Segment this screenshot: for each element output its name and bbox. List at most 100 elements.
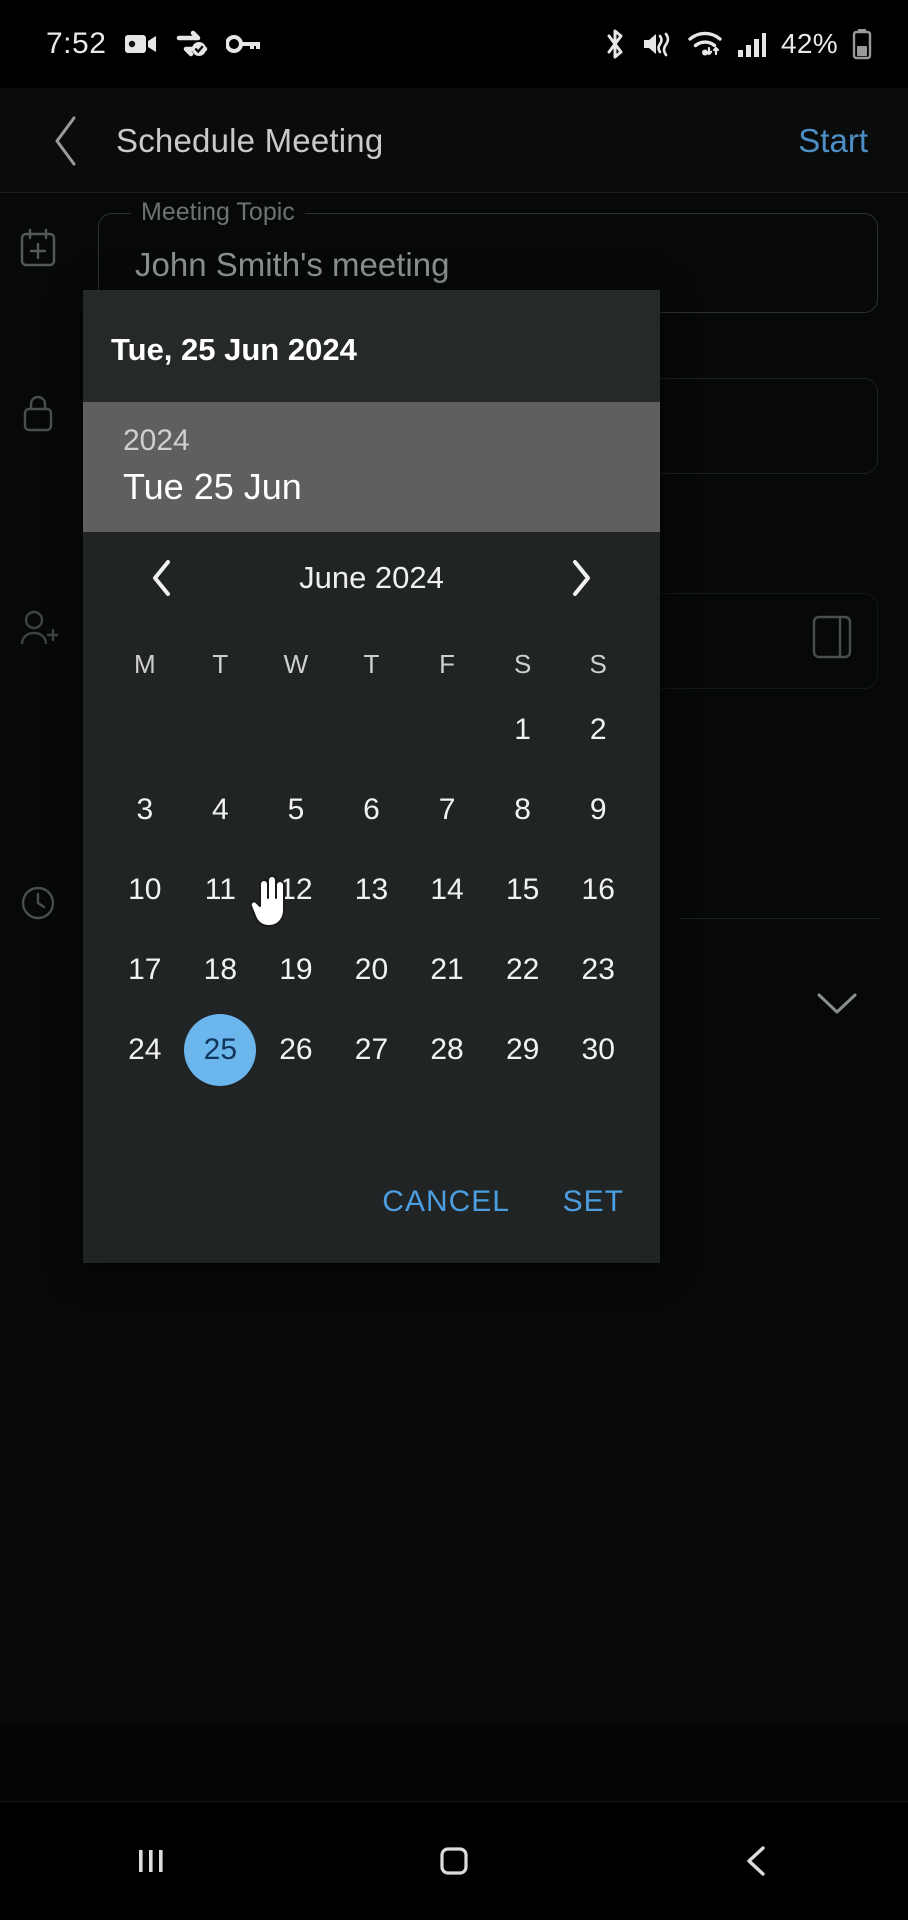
day-cell[interactable]: 21	[409, 934, 485, 1006]
bluetooth-icon	[603, 28, 627, 60]
form-row-duration	[0, 878, 76, 924]
dialog-header-date: Tue, 25 Jun 2024	[111, 332, 357, 367]
recents-icon	[139, 1850, 163, 1872]
calendar-week-row: 17 18 19 20 21 22 23	[107, 934, 636, 1006]
form-row-topic	[0, 223, 76, 269]
day-cell[interactable]: 30	[560, 1014, 636, 1086]
day-cell[interactable]: 5	[258, 774, 334, 846]
day-cell[interactable]: 27	[334, 1014, 410, 1086]
day-cell-selected[interactable]: 25	[183, 1014, 259, 1086]
day-cell[interactable]: 13	[334, 854, 410, 926]
day-cell[interactable]: 11	[183, 854, 259, 926]
weekday-label: F	[439, 649, 455, 679]
person-add-icon	[0, 603, 76, 649]
day-cell[interactable]: 24	[107, 1014, 183, 1086]
day-cell[interactable]: 6	[334, 774, 410, 846]
sidebar-panel-icon[interactable]	[808, 611, 856, 668]
day-cell[interactable]: 9	[560, 774, 636, 846]
dialog-actions: CANCEL SET	[83, 1171, 660, 1241]
band-year: 2024	[123, 424, 190, 457]
day-cell[interactable]: 4	[183, 774, 259, 846]
home-icon	[440, 1847, 468, 1875]
recents-button[interactable]	[91, 1821, 211, 1901]
clock-icon	[0, 878, 76, 924]
status-time: 7:52	[46, 27, 107, 60]
start-button[interactable]: Start	[798, 122, 868, 160]
signal-bars-icon	[737, 30, 767, 58]
duration-divider	[680, 918, 880, 919]
weekday-label: T	[212, 649, 229, 679]
meeting-topic-label: Meeting Topic	[131, 198, 305, 227]
calendar-add-icon	[0, 223, 76, 269]
day-cell	[183, 694, 259, 766]
battery-icon	[852, 28, 872, 60]
weekday-label: T	[363, 649, 380, 679]
mute-vibrate-icon	[641, 29, 673, 59]
day-cell[interactable]: 8	[485, 774, 561, 846]
set-button[interactable]: SET	[563, 1185, 624, 1219]
day-cell[interactable]: 2	[560, 694, 636, 766]
day-cell[interactable]: 22	[485, 934, 561, 1006]
cancel-button[interactable]: CANCEL	[382, 1185, 510, 1219]
chevron-down-icon[interactable]	[814, 988, 860, 1023]
chevron-left-icon	[55, 116, 76, 165]
calendar-week-row: 24 25 26 27 28 29 30	[107, 1014, 636, 1086]
weekday-header-row: M T W T F S S	[107, 642, 636, 686]
day-cell[interactable]: 19	[258, 934, 334, 1006]
calendar-nav: June 2024	[83, 532, 660, 624]
date-picker-dialog: Tue, 25 Jun 2024 2024 Tue 25 Jun June 20…	[83, 290, 660, 1263]
day-cell[interactable]: 18	[183, 934, 259, 1006]
band-date: Tue 25 Jun	[123, 466, 302, 507]
video-camera-icon	[124, 31, 158, 57]
status-bar-right: 42%	[603, 28, 872, 60]
weekday-label: M	[133, 649, 156, 679]
day-cell[interactable]: 29	[485, 1014, 561, 1086]
app-bar: Schedule Meeting Start	[0, 88, 908, 193]
day-cell	[334, 694, 410, 766]
day-cell[interactable]: 12	[258, 854, 334, 926]
weekday-label: S	[513, 649, 532, 679]
weekday-label: S	[589, 649, 607, 679]
day-cell[interactable]: 14	[409, 854, 485, 926]
battery-percent: 42%	[781, 28, 838, 59]
day-cell[interactable]: 16	[560, 854, 636, 926]
home-button[interactable]	[394, 1821, 514, 1901]
system-nav-bar	[0, 1802, 908, 1920]
meeting-topic-value: John Smith's meeting	[135, 246, 450, 283]
day-cell[interactable]: 3	[107, 774, 183, 846]
back-button[interactable]	[38, 113, 94, 169]
next-month-button[interactable]	[557, 554, 605, 602]
form-row-passcode	[0, 388, 76, 434]
selected-day-circle: 25	[184, 1014, 257, 1086]
back-button-nav[interactable]	[697, 1821, 817, 1901]
day-cell	[409, 694, 485, 766]
lock-icon	[0, 388, 76, 434]
day-cell[interactable]: 10	[107, 854, 183, 926]
day-cell[interactable]: 1	[485, 694, 561, 766]
calendar-week-row: 1 2	[107, 694, 636, 766]
day-cell[interactable]: 20	[334, 934, 410, 1006]
page-title: Schedule Meeting	[116, 121, 384, 159]
day-cell[interactable]: 28	[409, 1014, 485, 1086]
calendar-grid: M T W T F S S 1 2 3 4 5 6 7 8 9 10 11 12…	[83, 642, 660, 1086]
status-bar: 7:52 42%	[0, 0, 908, 88]
weekday-label: W	[283, 649, 309, 679]
wifi-icon	[687, 29, 723, 59]
day-cell[interactable]: 23	[560, 934, 636, 1006]
day-cell[interactable]: 26	[258, 1014, 334, 1086]
selected-date-band[interactable]: 2024 Tue 25 Jun	[83, 402, 660, 532]
day-cell[interactable]: 17	[107, 934, 183, 1006]
day-cell[interactable]: 15	[485, 854, 561, 926]
form-row-invitees	[0, 603, 76, 649]
day-cell	[258, 694, 334, 766]
day-cell[interactable]: 7	[409, 774, 485, 846]
calendar-week-row: 3 4 5 6 7 8 9	[107, 774, 636, 846]
day-cell	[107, 694, 183, 766]
chevron-right-icon	[573, 560, 590, 596]
back-icon	[746, 1846, 765, 1876]
status-bar-left: 7:52	[0, 27, 261, 61]
calendar-week-row: 10 11 12 13 14 15 16	[107, 854, 636, 926]
dialog-header: Tue, 25 Jun 2024	[83, 290, 660, 402]
phone-screen: 7:52 42% Schedule Meeting Start Meeting …	[0, 0, 908, 1920]
vpn-key-icon	[226, 34, 261, 54]
